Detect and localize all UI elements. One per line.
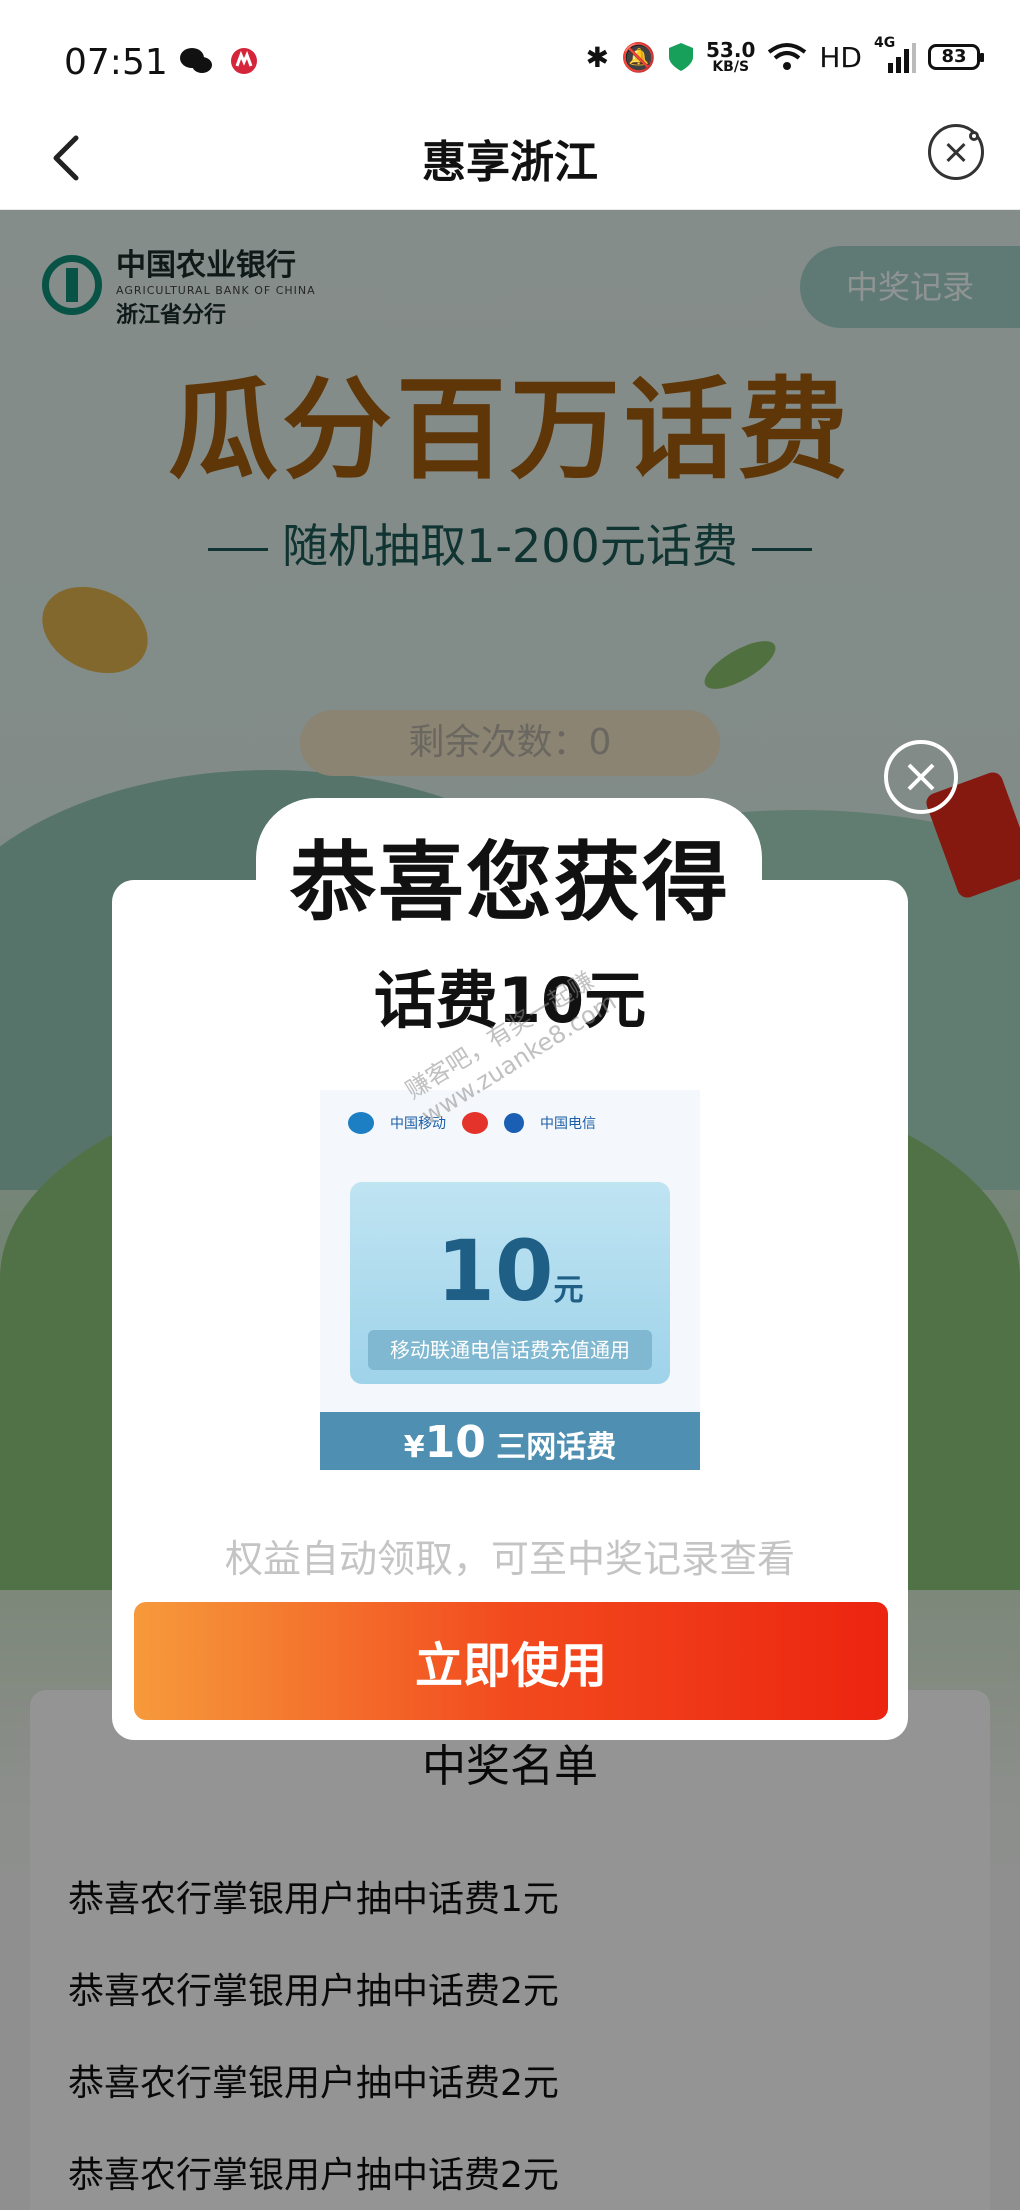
close-miniapp-button[interactable] <box>928 124 984 180</box>
china-mobile-logo-icon <box>348 1112 374 1134</box>
mute-bell-icon: 🔕 <box>621 40 657 74</box>
prize-card-image: 中国移动 中国电信 10元 移动联通电信话费充值通用 ¥10 三网话费 <box>320 1090 700 1470</box>
battery-indicator: 83 <box>928 44 984 70</box>
wechat-icon <box>180 48 212 73</box>
close-miniapp-dot-icon <box>969 131 979 141</box>
card-amount: 10元 <box>436 1222 584 1320</box>
status-icons: ✱ 🔕 53.0 KB/S HD 4G 83 <box>585 35 984 75</box>
use-now-button[interactable]: 立即使用 <box>134 1602 888 1720</box>
hd-label: HD <box>819 40 862 74</box>
china-unicom-logo-icon <box>462 1112 488 1134</box>
carrier-logos: 中国移动 中国电信 <box>348 1112 596 1134</box>
app-header: 惠享浙江 <box>0 110 1020 210</box>
china-telecom-label: 中国电信 <box>540 1116 596 1132</box>
bluetooth-icon: ✱ <box>585 40 610 74</box>
status-time: 07:51 <box>64 42 168 83</box>
card-caption: 移动联通电信话费充值通用 <box>368 1330 652 1370</box>
modal-heading: 恭喜您获得 <box>290 833 730 933</box>
card-footer: ¥10 三网话费 <box>320 1412 700 1470</box>
status-bar: 07:51 ✱ 🔕 53.0 KB/S HD 4G 83 <box>0 0 1020 110</box>
page-title: 惠享浙江 <box>422 137 598 188</box>
claim-hint: 权益自动领取，可至中奖记录查看 <box>224 1537 795 1581</box>
wifi-icon <box>768 43 807 70</box>
modal-close-button[interactable] <box>884 740 958 814</box>
network-speed: 53.0 KB/S <box>706 38 756 75</box>
cell-signal-icon: 4G <box>874 35 916 73</box>
china-telecom-logo-icon <box>504 1113 524 1133</box>
card-face: 10元 移动联通电信话费充值通用 <box>350 1182 670 1384</box>
bank-app-icon <box>231 48 257 74</box>
security-shield-icon <box>669 43 694 71</box>
